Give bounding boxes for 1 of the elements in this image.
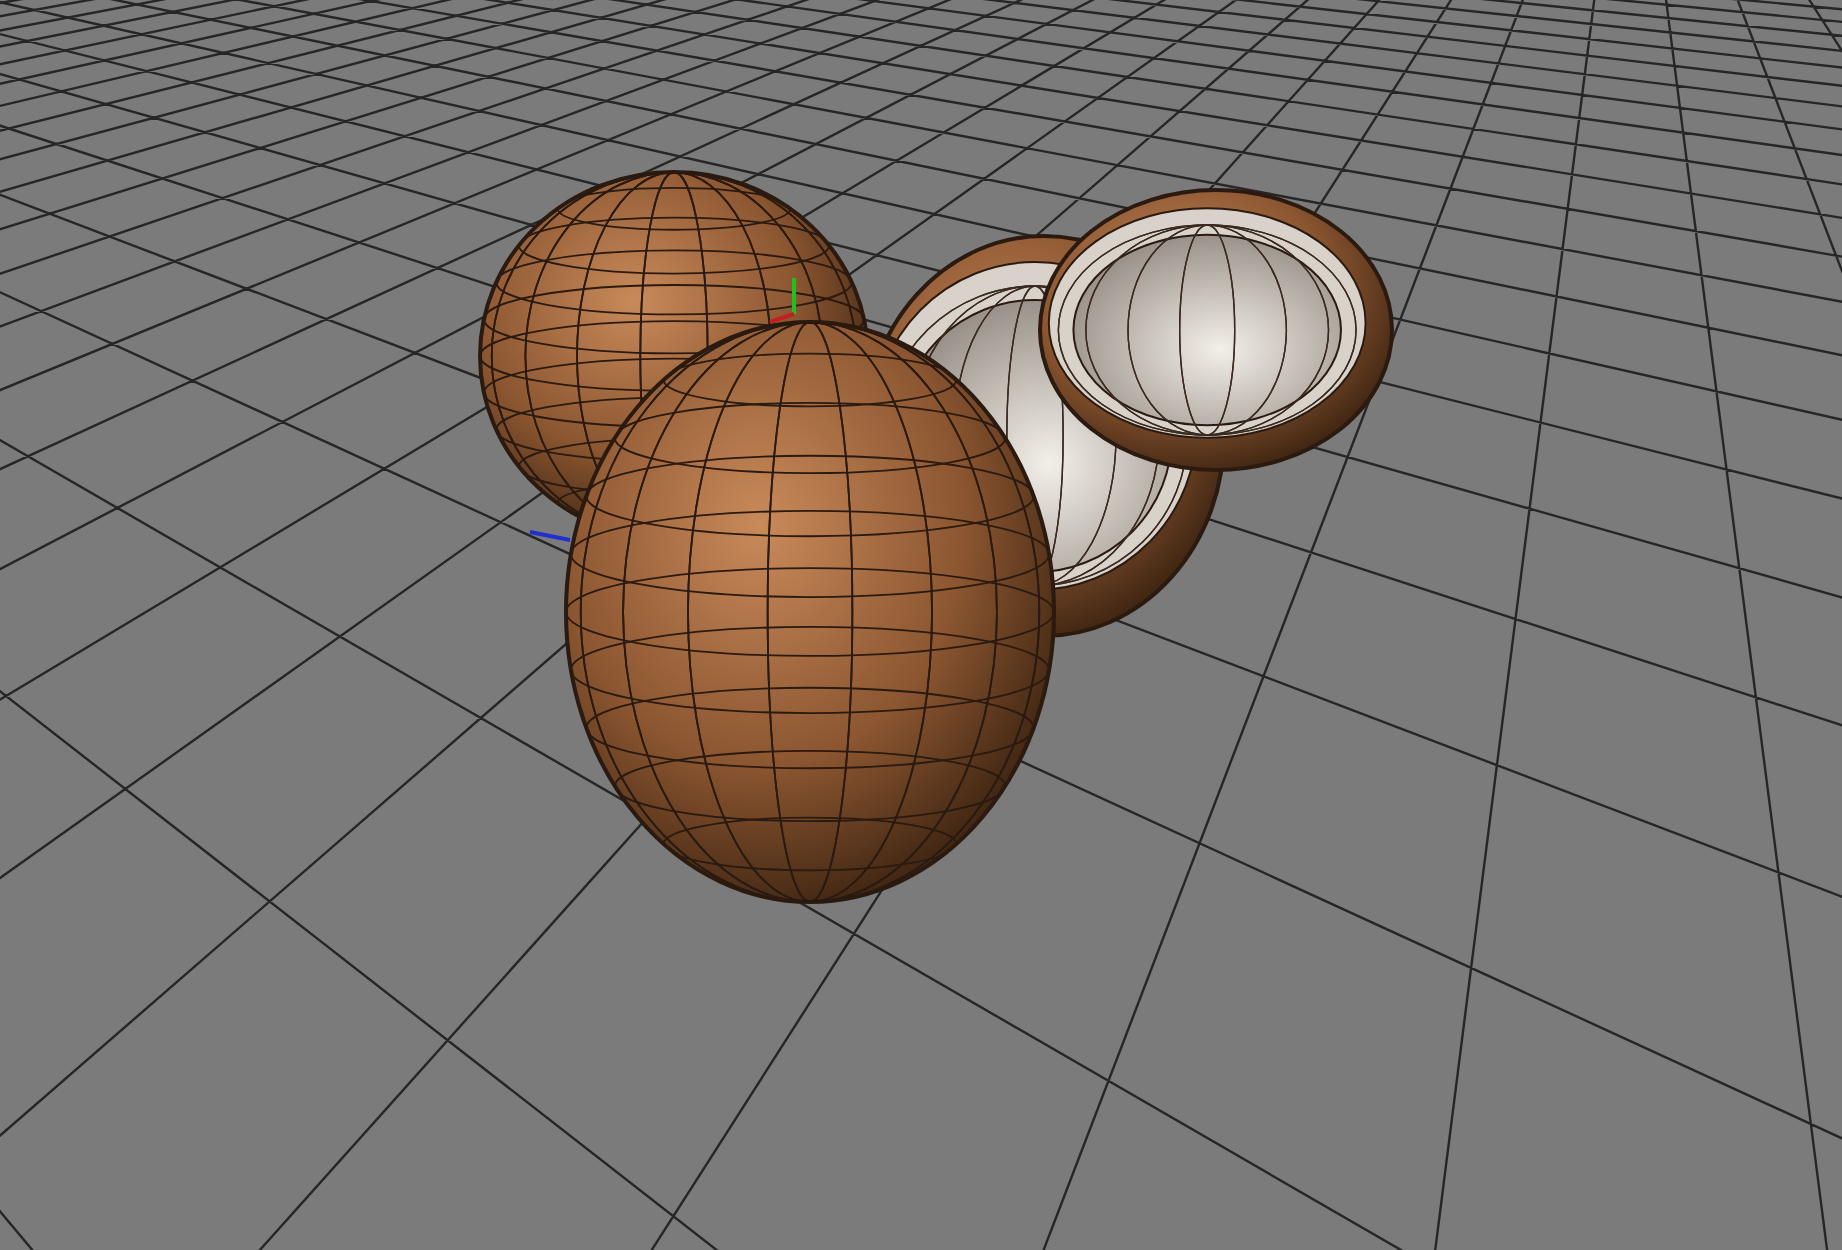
transform-gizmo-icon xyxy=(529,278,796,542)
